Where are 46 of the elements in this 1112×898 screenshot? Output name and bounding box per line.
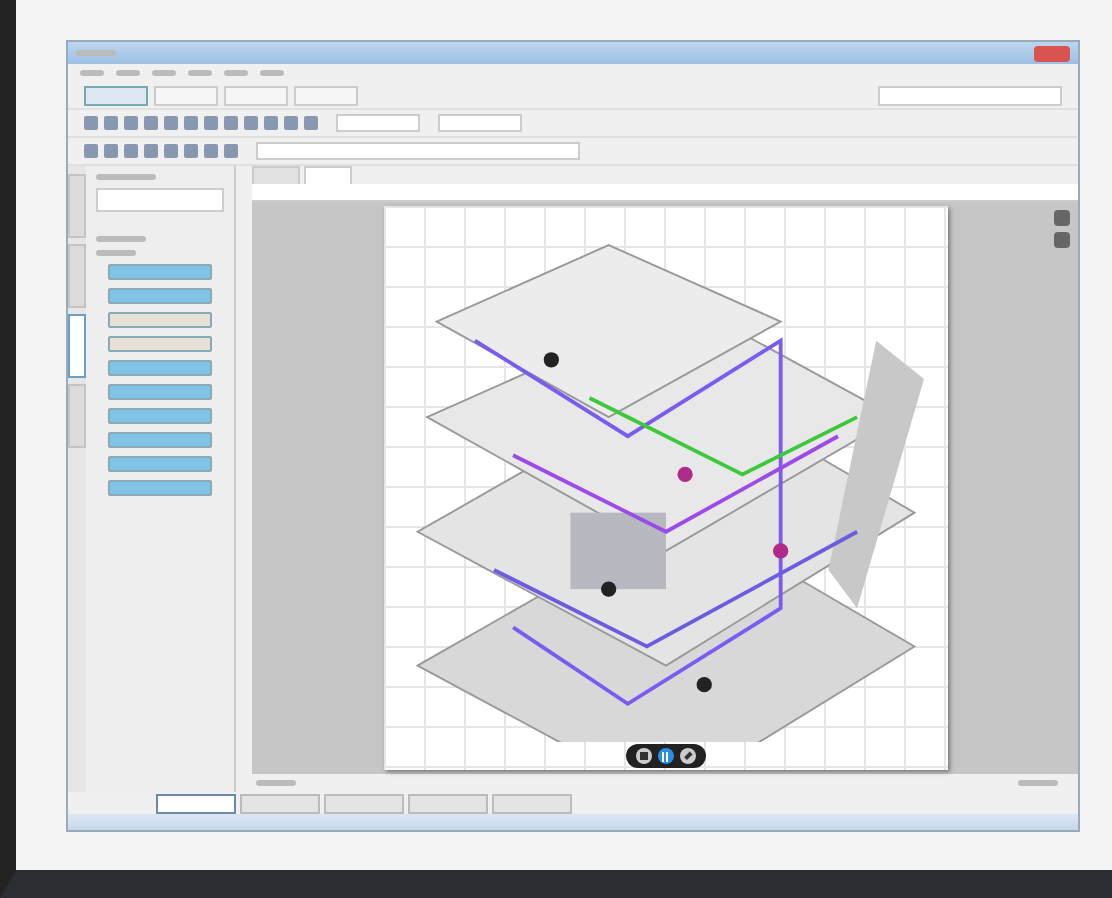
document-tab[interactable] [252, 166, 300, 186]
close-button[interactable] [1034, 45, 1070, 61]
menu-item[interactable] [116, 70, 140, 76]
side-tab[interactable] [68, 174, 86, 238]
playback-button[interactable] [657, 748, 673, 764]
blurred-label [256, 780, 296, 786]
dropdown[interactable] [336, 114, 420, 132]
mode-toggle[interactable] [294, 85, 358, 105]
blurred-label [1018, 780, 1058, 786]
blurred-label [96, 174, 156, 180]
filter-button[interactable] [108, 384, 212, 400]
side-tab[interactable] [68, 314, 86, 378]
menu-item[interactable] [152, 70, 176, 76]
search-field[interactable] [878, 85, 1062, 105]
path-field[interactable] [256, 142, 580, 160]
filter-button[interactable] [108, 288, 212, 304]
filter-button[interactable] [108, 360, 212, 376]
filter-button[interactable] [108, 336, 212, 352]
bottom-tab[interactable] [240, 793, 320, 813]
playback-button[interactable] [679, 748, 695, 764]
blurred-label [96, 250, 136, 256]
filter-button[interactable] [108, 456, 212, 472]
document-tab[interactable] [304, 166, 352, 186]
bottom-tab[interactable] [408, 793, 488, 813]
filter-button[interactable] [108, 432, 212, 448]
bottom-tab[interactable] [492, 793, 572, 813]
bottom-tab[interactable] [156, 793, 236, 813]
side-tab[interactable] [68, 244, 86, 308]
mode-toggle[interactable] [84, 85, 148, 105]
blurred-label [96, 236, 146, 242]
filter-button[interactable] [108, 408, 212, 424]
bottom-tab[interactable] [324, 793, 404, 813]
mode-toggle[interactable] [154, 85, 218, 105]
dropdown[interactable] [438, 114, 522, 132]
menu-item[interactable] [188, 70, 212, 76]
menu-item[interactable] [224, 70, 248, 76]
filter-button[interactable] [108, 312, 212, 328]
filter-button[interactable] [108, 264, 212, 280]
slider-field[interactable] [96, 188, 224, 212]
playback-button[interactable] [635, 748, 651, 764]
mode-toggle[interactable] [224, 85, 288, 105]
menu-item[interactable] [260, 70, 284, 76]
side-tab[interactable] [68, 384, 86, 448]
filter-button[interactable] [108, 480, 212, 496]
blurred-title [76, 50, 116, 56]
menu-item[interactable] [80, 70, 104, 76]
